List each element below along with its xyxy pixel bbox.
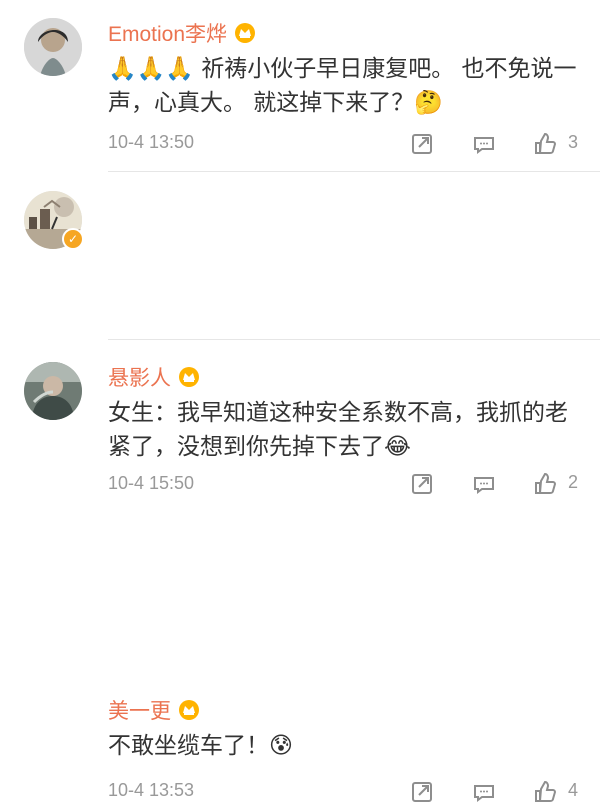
comment-item: Emotion李烨 🙏🙏🙏 祈祷小伙子早日康复吧。 也不免说一声，心真大。 就这… (0, 0, 600, 172)
like-icon[interactable] (532, 778, 560, 806)
username[interactable]: Emotion李烨 (108, 18, 227, 48)
verified-icon: ✓ (62, 228, 84, 250)
like-count: 4 (568, 780, 579, 800)
comment-icon[interactable] (470, 778, 498, 806)
username[interactable]: 美一更 (108, 695, 171, 725)
avatar[interactable] (24, 362, 82, 420)
comment-text: 不敢坐缆车了！😰 (108, 733, 293, 759)
user-header: 美一更 (108, 695, 201, 725)
like-icon[interactable] (532, 130, 560, 158)
crown-icon (233, 22, 257, 44)
comment-text: 🙏🙏🙏 祈祷小伙子早日康复吧。 也不免说一声，心真大。 就这掉下来了？🤔 (108, 56, 577, 116)
share-icon[interactable] (408, 130, 436, 158)
comment-icon[interactable] (470, 130, 498, 158)
like-count: 3 (568, 132, 579, 152)
share-icon[interactable] (408, 778, 436, 806)
avatar[interactable] (24, 18, 82, 76)
comment-item: ✓ 悬影人 女生：我早知道这种安全系数不高，我抓的老紧了，没想到你先掉下去了😂 … (0, 172, 600, 494)
crown-icon (177, 699, 201, 721)
comment-time: 10-4 13:50 (108, 132, 195, 152)
comment-time: 10-4 13:53 (108, 780, 195, 800)
comment-item: 美一更 不敢坐缆车了！😰 10-4 13:53 4 (0, 340, 600, 802)
user-header: Emotion李烨 (108, 18, 257, 48)
